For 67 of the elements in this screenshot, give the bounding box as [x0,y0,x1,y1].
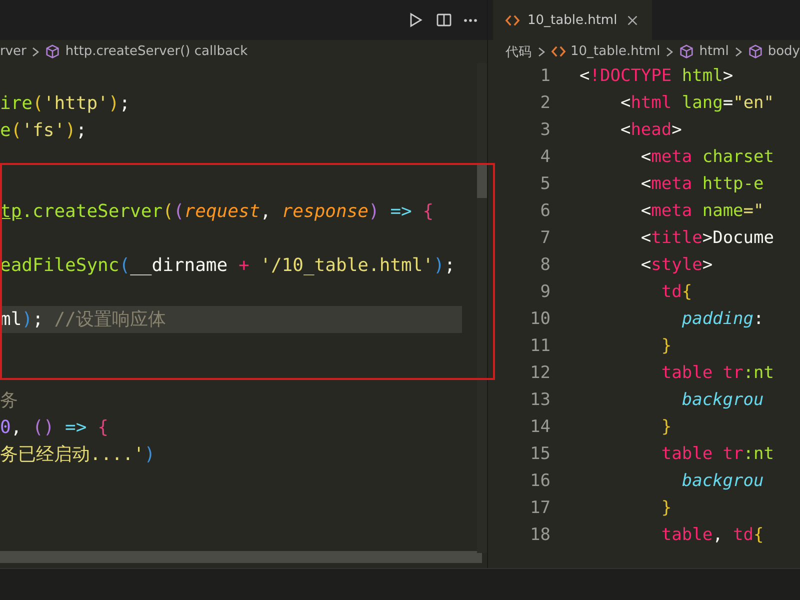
line-number: 12 [529,362,550,385]
code-line: <html lang="en" [619,92,774,115]
line-number: 4 [539,146,550,169]
code-line: <style> [640,254,713,277]
code-line: table tr:nt [660,362,774,385]
code-line: ire('http'); [0,92,132,116]
code-line: <!DOCTYPE html> [580,65,734,88]
split-icon [436,12,452,28]
line-number: 8 [539,254,550,277]
line-number: 11 [529,335,550,358]
more-button[interactable] [464,18,476,22]
line-number: 16 [529,470,550,493]
breadcrumb-item[interactable]: http.createServer() callback [65,44,248,59]
vertical-scrollbar[interactable] [476,63,486,553]
line-number: 14 [529,416,550,439]
line-number: 3 [539,119,550,142]
code-line: 0, () => { [0,416,110,440]
breadcrumb-item[interactable]: 10_table.html [570,44,660,59]
cube-icon [748,44,763,59]
run-button[interactable] [408,12,424,28]
breadcrumb-item[interactable]: rver [0,44,26,59]
editor-tab[interactable]: 10_table.html [492,0,652,40]
code-line: tp.createServer((request, response) => { [0,200,435,224]
more-icon [464,18,476,22]
line-number: 10 [529,308,550,331]
code-line: <meta charset [640,146,774,169]
split-editor-button[interactable] [436,12,452,28]
line-number: 7 [539,227,550,250]
cube-icon [679,44,694,59]
breadcrumb-item[interactable]: 代码 [506,42,532,60]
code-icon [504,12,520,28]
line-number: 13 [529,389,550,412]
line-number: 5 [539,173,550,196]
code-line: <meta name=" [640,200,764,223]
line-number: 1 [539,65,550,88]
line-number: 9 [539,281,550,304]
cube-icon [45,44,60,59]
line-number: 2 [539,92,550,115]
line-number: 18 [529,524,550,547]
code-line: 务 [0,389,19,413]
code-line: e('fs'); [0,119,88,143]
code-line: } [660,335,672,358]
line-number: 6 [539,200,550,223]
breadcrumb-item[interactable]: html [699,44,729,59]
code-line: <meta http-e [640,173,764,196]
code-line: <title>Docume [640,227,774,250]
code-line: eadFileSync(__dirname + '/10_table.html'); [0,254,456,278]
code-line: table, td{ [660,524,764,547]
chevron-icon [734,46,743,56]
chevron-icon [665,46,674,56]
code-line: <head> [619,119,682,142]
code-line: } [660,497,672,520]
code-line: backgrou [680,389,764,412]
code-icon [550,44,566,59]
line-number: 15 [529,443,550,466]
line-number: 17 [529,497,550,520]
code-line: table tr:nt [660,443,774,466]
code-line: } [660,416,672,439]
code-line: 务已经启动....') [0,443,156,467]
chevron-icon [31,46,40,56]
horizontal-scrollbar[interactable] [0,551,482,563]
code-line: backgrou [680,470,764,493]
code-line: padding: [680,308,764,331]
play-icon [408,12,424,28]
code-line: td{ [660,281,692,304]
breadcrumb-item[interactable]: body [768,44,800,59]
chevron-icon [536,46,546,56]
